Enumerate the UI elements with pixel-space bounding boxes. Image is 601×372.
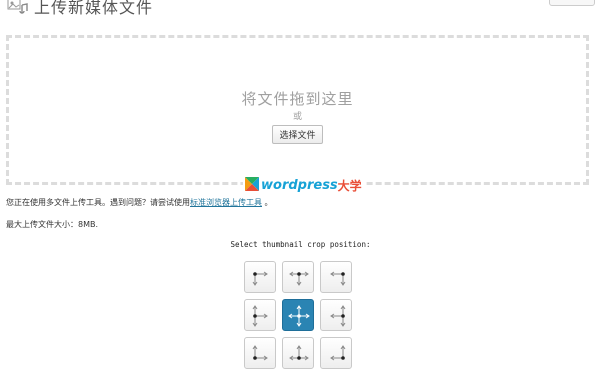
page-title: 上传新媒体文件 xyxy=(34,0,154,17)
crop-center-top-icon xyxy=(289,271,309,286)
drop-instructions: 将文件拖到这里 或 选择文件 xyxy=(9,88,586,144)
crop-right-center-button[interactable] xyxy=(320,299,352,331)
crop-right-top-button[interactable] xyxy=(320,261,352,293)
crop-title: Select thumbnail crop position: xyxy=(230,240,371,249)
crop-center-center-button[interactable] xyxy=(282,299,314,331)
browser-uploader-link[interactable]: 标准浏览器上传工具 xyxy=(190,198,262,207)
crop-center-center-icon xyxy=(288,305,310,327)
watermark-logo-text: wordpress xyxy=(261,177,338,193)
watermark: wordpress 大学 xyxy=(243,176,364,195)
crop-right-bottom-icon xyxy=(330,345,346,361)
drop-text: 将文件拖到这里 xyxy=(241,90,354,108)
page-header: 上传新媒体文件 xyxy=(6,0,153,20)
crop-left-top-button[interactable] xyxy=(244,261,276,293)
crop-center-bottom-button[interactable] xyxy=(282,337,314,369)
uploader-note-prefix: 您正在使用多文件上传工具。遇到问题？请尝试使用 xyxy=(6,198,190,207)
crop-left-top-icon xyxy=(252,271,268,286)
crop-right-center-icon xyxy=(330,305,346,327)
crop-right-bottom-button[interactable] xyxy=(320,337,352,369)
crop-center-bottom-icon xyxy=(289,345,309,361)
crop-right-top-icon xyxy=(330,271,346,286)
drag-drop-area[interactable]: 将文件拖到这里 或 选择文件 xyxy=(6,35,589,185)
max-upload-size: 最大上传文件大小：8MB. xyxy=(6,220,99,229)
watermark-logo-cn: 大学 xyxy=(337,178,362,193)
help-tab-button[interactable] xyxy=(549,0,595,6)
crop-center-top-button[interactable] xyxy=(282,261,314,293)
wordpress-daxue-logo-icon xyxy=(245,176,259,195)
select-files-button[interactable]: 选择文件 xyxy=(272,125,323,144)
crop-left-center-icon xyxy=(252,305,268,327)
uploader-note: 您正在使用多文件上传工具。遇到问题？请尝试使用标准浏览器上传工具 。 xyxy=(6,197,273,208)
crop-left-center-button[interactable] xyxy=(244,299,276,331)
crop-left-bottom-button[interactable] xyxy=(244,337,276,369)
media-upload-icon xyxy=(6,0,30,17)
uploader-note-suffix: 。 xyxy=(262,198,273,207)
or-text: 或 xyxy=(292,112,302,122)
crop-left-bottom-icon xyxy=(252,345,268,361)
